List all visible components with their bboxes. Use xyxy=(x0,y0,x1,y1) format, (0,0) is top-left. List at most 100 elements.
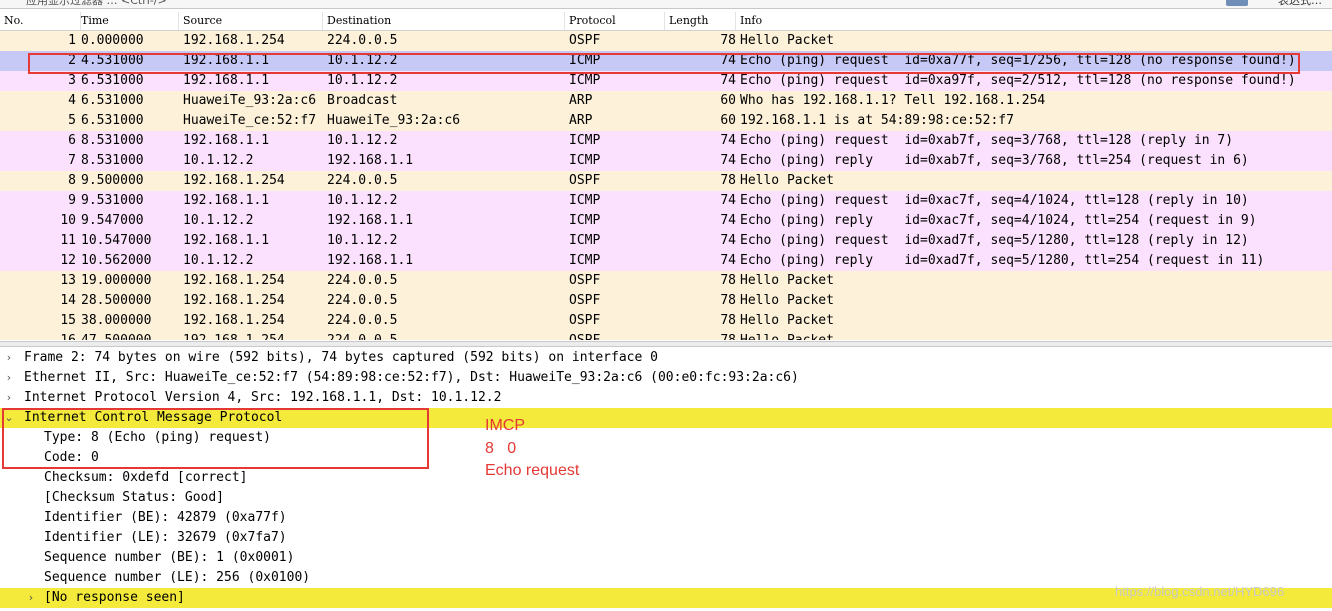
packet-protocol: ICMP xyxy=(569,213,601,228)
chevron-right-icon[interactable]: › xyxy=(24,588,38,608)
packet-time: 9.531000 xyxy=(81,193,144,208)
detail-tree-item[interactable]: › Ethernet II, Src: HuaweiTe_ce:52:f7 (54… xyxy=(0,368,1332,388)
detail-tree-item[interactable]: Sequence number (BE): 1 (0x0001) xyxy=(0,548,1332,568)
packet-source: 192.168.1.254 xyxy=(183,313,285,328)
detail-tree-label: Code: 0 xyxy=(44,450,99,465)
packet-details-tree[interactable]: › Frame 2: 74 bytes on wire (592 bits), 7… xyxy=(0,348,1332,611)
detail-tree-item[interactable]: Checksum: 0xdefd [correct] xyxy=(0,468,1332,488)
packet-destination: Broadcast xyxy=(327,93,398,108)
packet-source: 192.168.1.254 xyxy=(183,173,285,188)
pane-splitter[interactable] xyxy=(0,341,1332,347)
packet-source: 192.168.1.1 xyxy=(183,53,270,68)
packet-row[interactable]: 13 19.000000 192.168.1.254 224.0.0.5 OSPF 78 H… xyxy=(0,271,1332,291)
packet-source: 192.168.1.254 xyxy=(183,331,285,340)
packet-destination: 192.168.1.1 xyxy=(327,253,414,268)
packet-destination: 224.0.0.5 xyxy=(327,33,398,48)
packet-info: Hello Packet xyxy=(740,331,834,340)
apply-filter-button[interactable] xyxy=(1226,0,1248,6)
packet-row[interactable]: 3 6.531000 192.168.1.1 10.1.12.2 ICMP 74 Echo … xyxy=(0,71,1332,91)
column-header-info[interactable]: Info xyxy=(736,12,1332,30)
packet-row[interactable]: 8 9.500000 192.168.1.254 224.0.0.5 OSPF 78 Hel… xyxy=(0,171,1332,191)
expression-button[interactable]: 表达式… xyxy=(1278,0,1322,8)
packet-time: 9.500000 xyxy=(81,173,144,188)
packet-time: 8.531000 xyxy=(81,133,144,148)
detail-tree-item[interactable]: Type: 8 (Echo (ping) request) xyxy=(0,428,1332,448)
detail-tree-item[interactable]: Identifier (LE): 32679 (0x7fa7) xyxy=(0,528,1332,548)
packet-row[interactable]: 5 6.531000 HuaweiTe_ce:52:f7 HuaweiTe_93:2a… xyxy=(0,111,1332,131)
detail-tree-label: Identifier (LE): 32679 (0x7fa7) xyxy=(44,530,287,545)
detail-tree-item[interactable]: ⌄ Internet Control Message Protocol xyxy=(0,408,1332,428)
packet-source: 10.1.12.2 xyxy=(183,213,254,228)
detail-tree-label: Frame 2: 74 bytes on wire (592 bits), 74… xyxy=(24,350,658,365)
packet-length: 74 xyxy=(720,193,736,208)
packet-info: Echo (ping) request id=0xab7f, seq=3/768… xyxy=(740,133,1234,148)
column-header-length[interactable]: Length xyxy=(665,12,736,30)
packet-row[interactable]: 4 6.531000 HuaweiTe_93:2a:c6 Broadcast ARP 60… xyxy=(0,91,1332,111)
display-filter-bar[interactable]: 应用显示过滤器 … <Ctrl-/> 表达式… xyxy=(0,0,1332,9)
watermark: https://blog.csdn.net/HYD696 xyxy=(1115,584,1285,599)
packet-time: 10.547000 xyxy=(81,233,152,248)
packet-row[interactable]: 10 9.547000 10.1.12.2 192.168.1.1 ICMP 74 Echo… xyxy=(0,211,1332,231)
packet-row[interactable]: 12 10.562000 10.1.12.2 192.168.1.1 ICMP 74 Ech… xyxy=(0,251,1332,271)
packet-protocol: OSPF xyxy=(569,293,601,308)
packet-source: HuaweiTe_93:2a:c6 xyxy=(183,93,317,108)
packet-no: 13 xyxy=(60,273,76,288)
detail-tree-label: Type: 8 (Echo (ping) request) xyxy=(44,430,271,445)
detail-tree-label: Ethernet II, Src: HuaweiTe_ce:52:f7 (54:… xyxy=(24,370,799,385)
packet-time: 6.531000 xyxy=(81,73,144,88)
packet-protocol: OSPF xyxy=(569,331,600,340)
packet-row[interactable]: 6 8.531000 192.168.1.1 10.1.12.2 ICMP 74 Echo … xyxy=(0,131,1332,151)
packet-time: 6.531000 xyxy=(81,93,144,108)
packet-length: 78 xyxy=(720,33,736,48)
column-header-destination[interactable]: Destination xyxy=(323,12,565,30)
packet-source: 10.1.12.2 xyxy=(183,153,254,168)
detail-tree-item[interactable]: [Checksum Status: Good] xyxy=(0,488,1332,508)
packet-protocol: ARP xyxy=(569,93,593,108)
chevron-right-icon[interactable]: › xyxy=(2,348,16,368)
packet-no: 10 xyxy=(60,213,76,228)
packet-row[interactable]: 16 47.500000 192.168.1.254 224.0.0.5 OSPF 78 H… xyxy=(0,331,1332,340)
packet-destination: 224.0.0.5 xyxy=(327,173,398,188)
packet-row[interactable]: 11 10.547000 192.168.1.1 10.1.12.2 ICMP 74 Ech… xyxy=(0,231,1332,251)
detail-tree-item[interactable]: Identifier (BE): 42879 (0xa77f) xyxy=(0,508,1332,528)
detail-tree-item[interactable]: › Internet Protocol Version 4, Src: 192.1… xyxy=(0,388,1332,408)
packet-source: 192.168.1.1 xyxy=(183,193,270,208)
column-header-source[interactable]: Source xyxy=(179,12,323,30)
display-filter-input[interactable]: 应用显示过滤器 … <Ctrl-/> xyxy=(26,0,167,8)
packet-protocol: ICMP xyxy=(569,233,601,248)
packet-info: Hello Packet xyxy=(740,313,834,328)
packet-info: Hello Packet xyxy=(740,173,834,188)
packet-time: 38.000000 xyxy=(81,313,152,328)
packet-destination: 224.0.0.5 xyxy=(327,293,398,308)
packet-row[interactable]: 1 0.000000 192.168.1.254 224.0.0.5 OSPF 78 Hel… xyxy=(0,31,1332,51)
packet-list-header: No. Time Source Destination Protocol Len… xyxy=(0,12,1332,31)
packet-row[interactable]: 7 8.531000 10.1.12.2 192.168.1.1 ICMP 74 Echo … xyxy=(0,151,1332,171)
detail-tree-label: [Checksum Status: Good] xyxy=(44,490,225,505)
packet-info: Echo (ping) request id=0xa97f, seq=2/512… xyxy=(740,73,1296,88)
packet-row[interactable]: 14 28.500000 192.168.1.254 224.0.0.5 OSPF 78 H… xyxy=(0,291,1332,311)
chevron-right-icon[interactable]: › xyxy=(2,368,16,388)
column-header-no[interactable]: No. xyxy=(0,12,81,30)
column-header-protocol[interactable]: Protocol xyxy=(565,12,665,30)
packet-row[interactable]: 15 38.000000 192.168.1.254 224.0.0.5 OSPF 78 H… xyxy=(0,311,1332,331)
packet-info: Echo (ping) request id=0xad7f, seq=5/128… xyxy=(740,233,1249,248)
chevron-down-icon[interactable]: ⌄ xyxy=(2,408,16,428)
detail-tree-item[interactable]: › Frame 2: 74 bytes on wire (592 bits), 7… xyxy=(0,348,1332,368)
packet-destination: 192.168.1.1 xyxy=(327,213,414,228)
annotation-text-type-code: 8 0 xyxy=(485,440,517,457)
detail-tree-item[interactable]: Code: 0 xyxy=(0,448,1332,468)
packet-no: 2 xyxy=(68,53,76,68)
packet-protocol: OSPF xyxy=(569,273,601,288)
packet-row[interactable]: 9 9.531000 192.168.1.1 10.1.12.2 ICMP 74 Echo … xyxy=(0,191,1332,211)
chevron-right-icon[interactable]: › xyxy=(2,388,16,408)
annotation-text-echo: Echo request xyxy=(485,462,580,479)
packet-length: 74 xyxy=(720,73,736,88)
packet-protocol: ICMP xyxy=(569,73,601,88)
packet-time: 10.562000 xyxy=(81,253,152,268)
packet-list[interactable]: 1 0.000000 192.168.1.254 224.0.0.5 OSPF 78 Hel… xyxy=(0,31,1332,340)
packet-row[interactable]: 2 4.531000 192.168.1.1 10.1.12.2 ICMP 74 Echo … xyxy=(0,51,1332,71)
packet-length: 60 xyxy=(720,113,736,128)
packet-no: 5 xyxy=(68,113,76,128)
column-header-time[interactable]: Time xyxy=(77,12,179,30)
detail-tree-label: Checksum: 0xdefd [correct] xyxy=(44,470,248,485)
